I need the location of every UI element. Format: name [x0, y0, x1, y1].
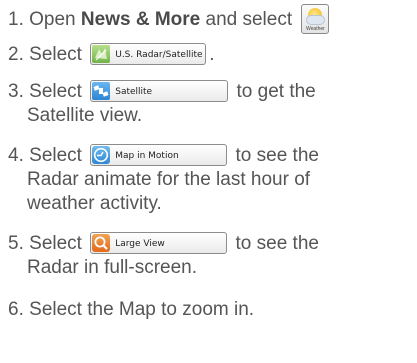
step-number: 3. — [8, 81, 24, 102]
step-text: . — [209, 44, 215, 65]
step-text: Select — [29, 44, 82, 65]
clock-icon — [92, 145, 111, 164]
step-text: and select — [205, 9, 293, 31]
step-4: 4. Select Map in Motion to see the Radar… — [8, 143, 319, 216]
us-radar-satellite-button[interactable]: U.S. Radar/Satellite — [90, 42, 207, 65]
satellite-icon — [92, 81, 111, 100]
step-text-continued: Radar in full-screen. — [27, 257, 198, 278]
large-view-button[interactable]: Large View — [90, 231, 228, 254]
step-text-continued: weather activity. — [27, 193, 162, 214]
step-number: 6. — [8, 299, 24, 320]
step-3: 3. Select Satellite to get the Satellite… — [8, 79, 316, 128]
magnifier-icon — [92, 233, 111, 252]
step-text: to see the — [235, 233, 319, 254]
step-number: 2. — [8, 44, 24, 65]
step-text: Select — [29, 145, 82, 166]
map-in-motion-button[interactable]: Map in Motion — [90, 143, 228, 166]
step-text: Select — [29, 233, 82, 254]
weather-icon-label: Weather — [306, 26, 325, 32]
weather-app-icon[interactable]: Weather — [301, 4, 330, 34]
cloud-icon — [306, 15, 326, 25]
step-2: 2. Select U.S. Radar/Satellite . — [8, 42, 215, 67]
large-view-label: Large View — [115, 238, 165, 249]
map-in-motion-label: Map in Motion — [115, 150, 179, 161]
step-text: Select — [29, 81, 82, 102]
step-number: 5. — [8, 233, 24, 254]
step-6: 6. Select the Map to zoom in. — [8, 298, 254, 322]
step-text-continued: Radar animate for the last hour of — [27, 169, 311, 190]
step-1: 1. Open News & More and select Weather — [8, 4, 330, 35]
step-text-continued: Satellite view. — [27, 105, 143, 126]
us-radar-satellite-label: U.S. Radar/Satellite — [115, 49, 203, 60]
satellite-button[interactable]: Satellite — [90, 79, 229, 102]
step-5: 5. Select Large View to see the Radar in… — [8, 231, 319, 280]
step-number: 1. — [8, 9, 24, 31]
step-text: to get the — [236, 81, 316, 102]
step-text: to see the — [235, 145, 319, 166]
step-text: Open — [29, 9, 76, 31]
step-text: Select the Map to zoom in. — [29, 299, 255, 320]
news-and-more-label: News & More — [80, 9, 201, 31]
radar-map-icon — [92, 44, 111, 63]
step-number: 4. — [8, 145, 24, 166]
satellite-label: Satellite — [115, 86, 153, 97]
